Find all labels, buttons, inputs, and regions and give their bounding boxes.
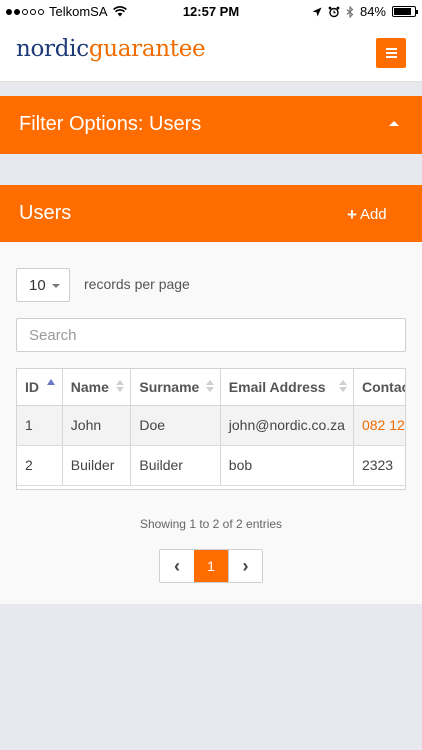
column-header-label: Name (70, 378, 109, 395)
sort-icon (338, 380, 347, 394)
cell-id: 2 (17, 445, 63, 486)
column-header-name[interactable]: Name (62, 369, 132, 406)
cell-name: John (62, 405, 132, 446)
status-bar: TelkomSA 12:57 PM 84% (0, 0, 422, 24)
brand-logo[interactable]: nordicguarantee (16, 36, 206, 62)
chevron-left-icon: ‹ (174, 555, 180, 576)
cell-surname: Doe (130, 405, 221, 446)
filter-options-title: Filter Options: Users (19, 113, 202, 135)
sort-ascending-icon (47, 379, 55, 385)
column-header-id[interactable]: ID (17, 369, 63, 406)
menu-bar-icon (385, 48, 397, 50)
battery-icon (392, 6, 418, 17)
add-button-label: Add (359, 206, 387, 223)
logo-text-guarantee: guarantee (88, 36, 206, 62)
filter-options-header[interactable]: Filter Options: Users (0, 96, 422, 154)
search-input[interactable] (16, 318, 406, 352)
column-header-email[interactable]: Email Address (220, 369, 354, 406)
dropdown-caret-icon (52, 284, 60, 288)
location-arrow-icon (312, 7, 322, 16)
table-row[interactable]: 2 Builder Builder bob 2323 (17, 445, 405, 486)
logo-text-nordic: nordic (16, 36, 89, 62)
menu-bar-icon (385, 56, 397, 58)
add-user-button[interactable]: + Add (347, 206, 387, 223)
page-button-current[interactable]: 1 (194, 550, 228, 582)
users-table: ID Name Surname Email Address Contac 1 J… (16, 368, 406, 490)
previous-page-button[interactable]: ‹ (160, 550, 194, 582)
sort-icon (116, 380, 125, 394)
battery-fill (394, 8, 411, 15)
sort-icon (205, 380, 214, 394)
column-header-contact[interactable]: Contac (353, 369, 406, 406)
bluetooth-icon (346, 5, 354, 18)
users-panel-title: Users (19, 202, 72, 224)
hamburger-menu-button[interactable] (376, 38, 406, 68)
battery-percent: 84% (359, 4, 386, 19)
column-header-label: Contac (361, 378, 406, 395)
app-header: nordicguarantee (0, 24, 422, 82)
users-panel-header: Users + Add (0, 185, 422, 242)
column-header-label: Email Address (228, 378, 326, 395)
cell-contact: 2323 (353, 445, 405, 486)
cell-email: john@nordic.co.za (220, 405, 354, 446)
cell-id: 1 (17, 405, 63, 446)
plus-icon: + (347, 205, 357, 224)
pagination: ‹ 1 › (159, 549, 263, 583)
menu-bar-icon (385, 52, 397, 54)
column-header-surname[interactable]: Surname (130, 369, 221, 406)
page-length-select[interactable]: 10 (16, 268, 70, 302)
alarm-clock-icon (328, 6, 340, 17)
cell-name: Builder (62, 445, 132, 486)
table-row[interactable]: 1 John Doe john@nordic.co.za 082 123 (17, 405, 405, 446)
cell-surname: Builder (130, 445, 221, 486)
collapse-caret-icon[interactable] (389, 121, 399, 126)
page-length-value: 10 (29, 277, 46, 294)
next-page-button[interactable]: › (228, 550, 262, 582)
column-header-label: ID (25, 378, 39, 395)
cell-contact-link[interactable]: 082 123 (353, 405, 405, 446)
table-header-row: ID Name Surname Email Address Contac (17, 369, 406, 406)
column-header-label: Surname (139, 378, 200, 395)
chevron-right-icon: › (242, 555, 249, 576)
cell-email: bob (220, 445, 354, 486)
page-length-label: records per page (84, 276, 190, 292)
table-info-text: Showing 1 to 2 of 2 entries (139, 517, 283, 531)
users-panel-body: 10 records per page ID Name Surname (0, 242, 422, 604)
status-right: 84% (312, 4, 418, 19)
